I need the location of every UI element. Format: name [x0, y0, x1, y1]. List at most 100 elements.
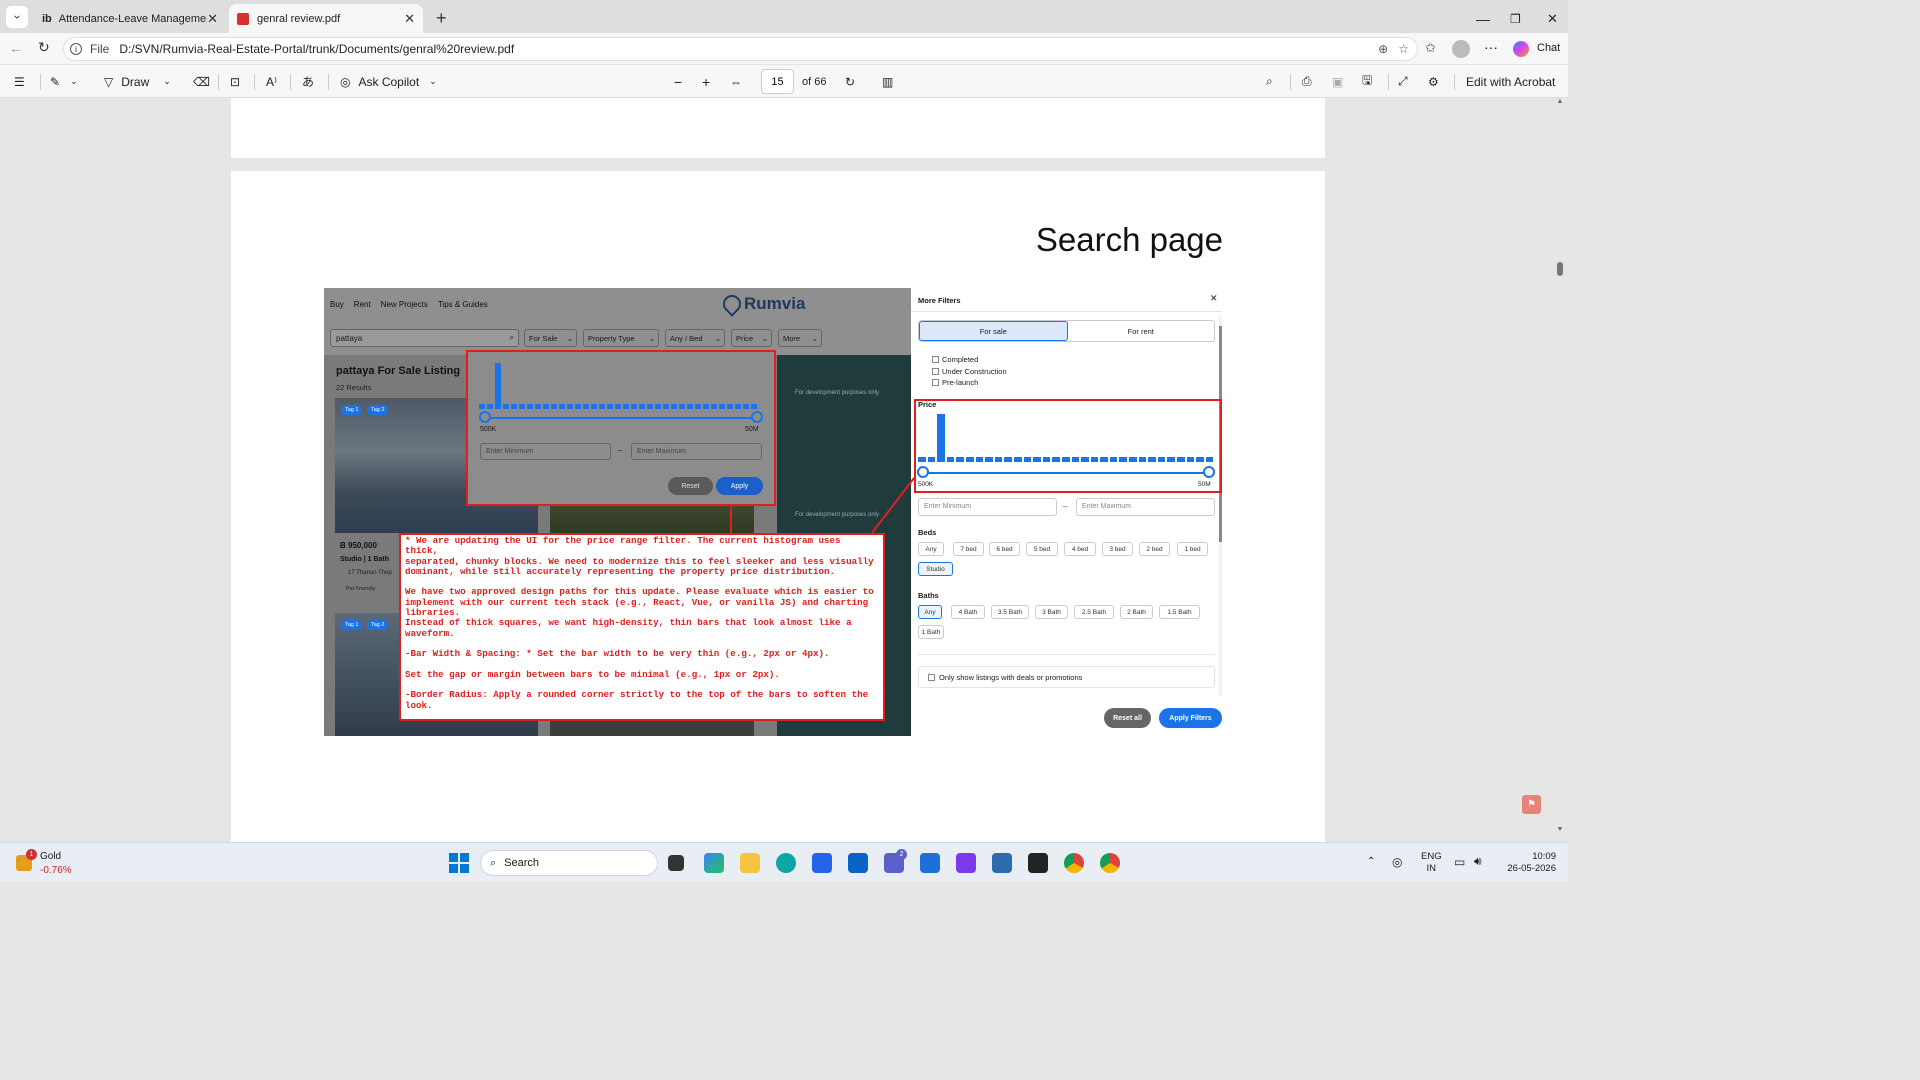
scrollbar-thumb[interactable] [1557, 262, 1563, 276]
print-icon[interactable]: ⎙ [1302, 65, 1312, 98]
bath-option[interactable]: 3.5 Bath [991, 605, 1029, 619]
nav-tips-guides[interactable]: Tips & Guides [438, 300, 488, 309]
tab-attendance[interactable]: ib Attendance-Leave Management Sy ✕ [34, 4, 226, 33]
ask-copilot-button[interactable]: ◎ Ask Copilot ⌄ [340, 65, 437, 98]
zoom-in-button[interactable]: + [702, 65, 710, 98]
highlight-icon[interactable]: ✎ ⌄ [50, 65, 78, 98]
nav-buy[interactable]: Buy [330, 300, 344, 309]
close-tab-icon[interactable]: ✕ [207, 11, 218, 27]
for-rent-tab[interactable]: For rent [1068, 321, 1215, 341]
bath-option[interactable]: 2.5 Bath [1074, 605, 1114, 619]
bath-option[interactable]: Any [918, 605, 942, 619]
rotate-icon[interactable]: ↻ [845, 65, 855, 98]
volume-icon[interactable]: 🔊︎ [1474, 854, 1482, 869]
for-sale-tab[interactable]: For sale [919, 321, 1068, 341]
bath-option[interactable]: 3 Bath [1035, 605, 1068, 619]
page-view-icon[interactable]: ▥ [882, 65, 893, 98]
checkbox-completed[interactable]: Completed [932, 354, 1007, 366]
more-menu-icon[interactable]: ··· [1484, 39, 1498, 55]
filter-property-type[interactable]: Property Type ⌄ [583, 329, 659, 347]
minimize-button[interactable]: — [1468, 4, 1498, 33]
copilot-app-icon[interactable] [704, 853, 724, 873]
bath-option[interactable]: 4 Bath [951, 605, 985, 619]
start-button[interactable] [449, 853, 469, 873]
display-icon[interactable]: ▭ [1454, 855, 1465, 869]
bed-option[interactable]: 5 bed [1026, 542, 1058, 556]
bath-option[interactable]: 1 Bath [918, 625, 944, 639]
bed-option[interactable]: Any [918, 542, 944, 556]
price-min-input[interactable]: Enter Minimum [918, 498, 1057, 516]
scroll-up-arrow[interactable]: ▲ [1555, 98, 1565, 105]
read-aloud-icon[interactable]: A⁾ [266, 65, 277, 98]
close-tab-icon[interactable]: ✕ [404, 11, 415, 27]
favorites-icon[interactable]: ✩ [1425, 40, 1436, 56]
panel-scrollbar[interactable] [1219, 316, 1222, 696]
contents-icon[interactable]: ☰ [14, 65, 25, 98]
filter-beds[interactable]: Any / Bed ⌄ [665, 329, 725, 347]
network-status-icon[interactable]: ◎ [1392, 855, 1402, 869]
sale-rent-toggle[interactable]: For sale For rent [918, 320, 1215, 342]
deals-checkbox[interactable]: Only show listings with deals or promoti… [918, 666, 1215, 688]
chat-button[interactable]: Chat [1537, 42, 1560, 54]
nav-new-projects[interactable]: New Projects [381, 300, 428, 309]
bed-option[interactable]: Studio [918, 562, 953, 576]
zoom-out-button[interactable]: − [674, 65, 682, 98]
bed-option[interactable]: 2 bed [1139, 542, 1170, 556]
language-indicator[interactable]: ENG IN [1421, 851, 1442, 875]
apply-filters-button[interactable]: Apply Filters [1159, 708, 1222, 728]
taskbar-search[interactable]: ⌕ Search [480, 850, 658, 876]
bath-option[interactable]: 2 Bath [1120, 605, 1153, 619]
filter-for-sale[interactable]: For Sale ⌄ [524, 329, 577, 347]
filter-price[interactable]: Price ⌄ [731, 329, 772, 347]
settings-gear-icon[interactable]: ⚙ [1428, 65, 1439, 98]
refresh-icon[interactable]: ↻ [38, 39, 50, 56]
site-search-input[interactable]: pattaya ⌕ [330, 329, 519, 347]
tab-actions-button[interactable] [6, 6, 28, 28]
eraser-icon[interactable]: ⌫ [193, 65, 210, 98]
save-as-icon[interactable]: 🖫 [1362, 65, 1372, 98]
reset-all-button[interactable]: Reset all [1104, 708, 1151, 728]
back-icon[interactable]: ← [9, 40, 23, 56]
zoom-icon[interactable]: ⊕ [1378, 42, 1388, 56]
find-icon[interactable]: ⌕ [1266, 65, 1273, 98]
tab-pdf[interactable]: genral review.pdf ✕ [229, 4, 423, 33]
bed-option[interactable]: 1 bed [1177, 542, 1208, 556]
fit-page-icon[interactable]: ⇔ [730, 65, 742, 98]
new-tab-button[interactable]: + [428, 4, 455, 33]
visual-studio-icon[interactable] [956, 853, 976, 873]
store-icon[interactable] [812, 853, 832, 873]
file-explorer-icon[interactable] [740, 853, 760, 873]
acrobat-badge-icon[interactable]: ⚑ [1522, 795, 1541, 814]
bed-option[interactable]: 4 bed [1064, 542, 1096, 556]
favorite-star-icon[interactable]: ☆ [1398, 42, 1409, 56]
page-number-input[interactable] [761, 69, 794, 94]
bed-option[interactable]: 7 bed [953, 542, 984, 556]
chrome-profile-icon[interactable] [1100, 853, 1120, 873]
viewer-scrollbar[interactable]: ▲ ▼ [1555, 98, 1565, 842]
fullscreen-icon[interactable]: ⤢ [1398, 65, 1408, 98]
nav-rent[interactable]: Rent [354, 300, 371, 309]
checkbox-under-construction[interactable]: Under Construction [932, 366, 1007, 378]
weather-widget[interactable]: 1 Gold -0.76% [12, 849, 112, 879]
restore-button[interactable]: ❐ [1502, 4, 1529, 33]
chrome-icon[interactable] [1064, 853, 1084, 873]
edit-with-acrobat-button[interactable]: Edit with Acrobat [1466, 65, 1555, 98]
terminal-icon[interactable] [1028, 853, 1048, 873]
database-app-icon[interactable] [992, 853, 1012, 873]
checkbox-pre-launch[interactable]: Pre-launch [932, 377, 1007, 389]
filter-more[interactable]: More ⌄ [778, 329, 822, 347]
price-max-input[interactable]: Enter Maximum [1076, 498, 1215, 516]
text-box-icon[interactable]: ⊡ [230, 65, 240, 98]
scroll-down-arrow[interactable]: ▼ [1555, 826, 1565, 833]
tray-chevron-icon[interactable]: ⌃ [1367, 856, 1375, 867]
bath-option[interactable]: 1.5 Bath [1159, 605, 1200, 619]
translate-icon[interactable]: あ [302, 65, 314, 98]
close-window-button[interactable]: ✕ [1539, 4, 1566, 33]
copilot-icon[interactable] [1513, 41, 1529, 57]
edge-browser-icon[interactable] [776, 853, 796, 873]
outlook-icon[interactable] [848, 853, 868, 873]
url-field[interactable]: i File D:/SVN/Rumvia-Real-Estate-Portal/… [63, 37, 1418, 61]
save-icon[interactable]: ▣ [1332, 65, 1343, 98]
clock[interactable]: 10:09 26-05-2026 [1504, 851, 1556, 875]
bed-option[interactable]: 3 bed [1102, 542, 1133, 556]
